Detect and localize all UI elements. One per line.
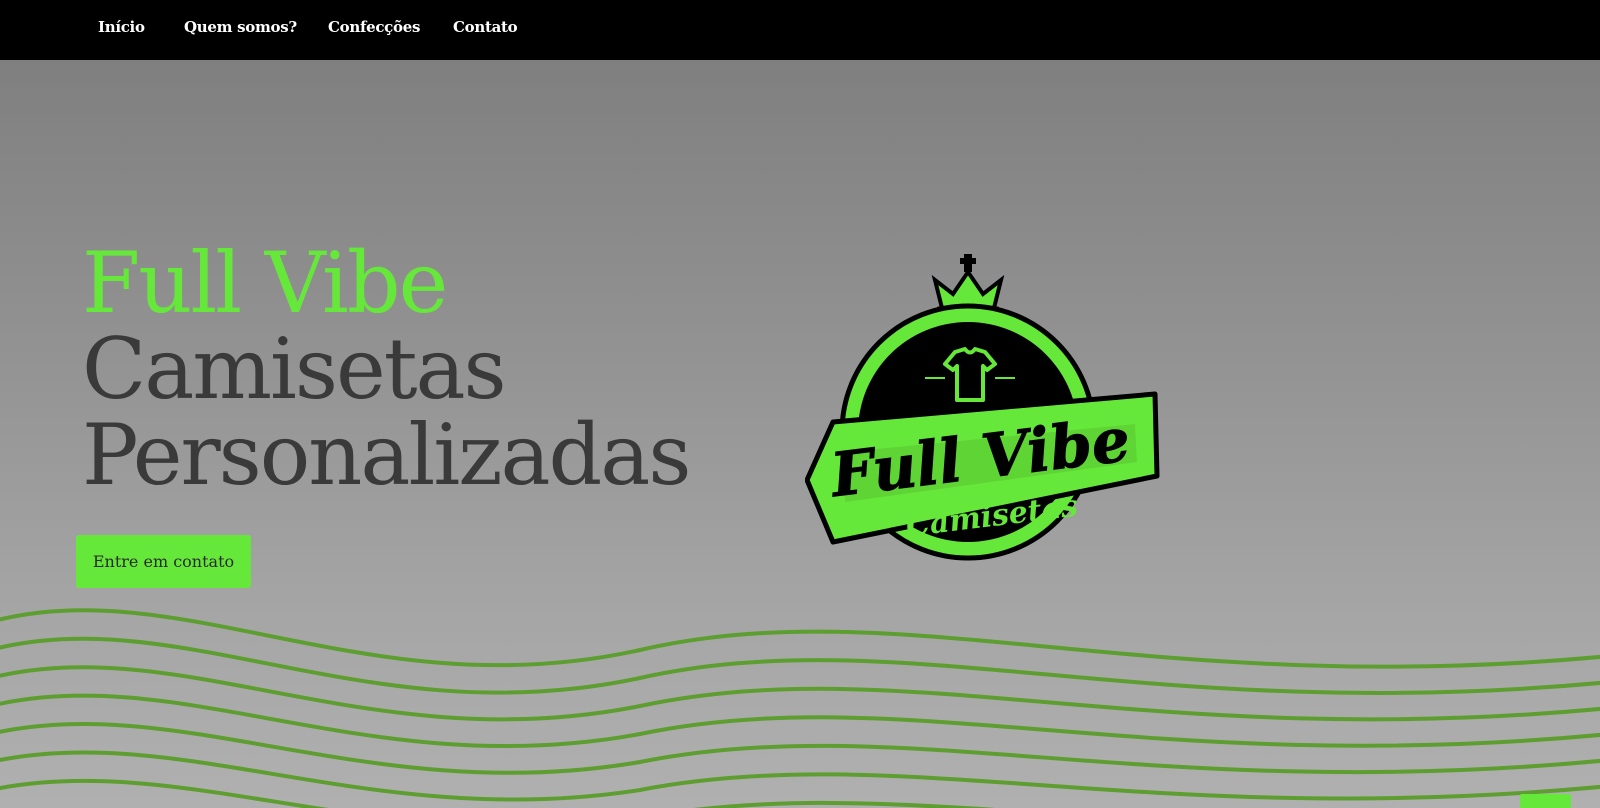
hero-title-line3: Personalizadas [82, 406, 691, 504]
full-vibe-logo: Full Vibe Camisetas [805, 254, 1160, 561]
hero-title-line2: Camisetas [82, 320, 507, 418]
top-navbar: Início Quem somos? Confecções Contato [0, 0, 1600, 60]
hero-title-brand: Full Vibe [82, 234, 448, 332]
hero-title: Full Vibe Camisetas Personalizadas [82, 234, 691, 504]
contact-cta-button[interactable]: Entre em contato [76, 535, 251, 588]
nav-item-inicio[interactable]: Início [98, 18, 145, 36]
nav-item-contato[interactable]: Contato [453, 18, 518, 36]
whatsapp-floating-button[interactable] [1520, 794, 1571, 808]
hero-section: Full Vibe Camisetas Personalizadas Entre… [0, 60, 1600, 808]
nav-item-quem-somos[interactable]: Quem somos? [184, 18, 297, 36]
nav-item-confeccoes[interactable]: Confecções [328, 18, 420, 36]
